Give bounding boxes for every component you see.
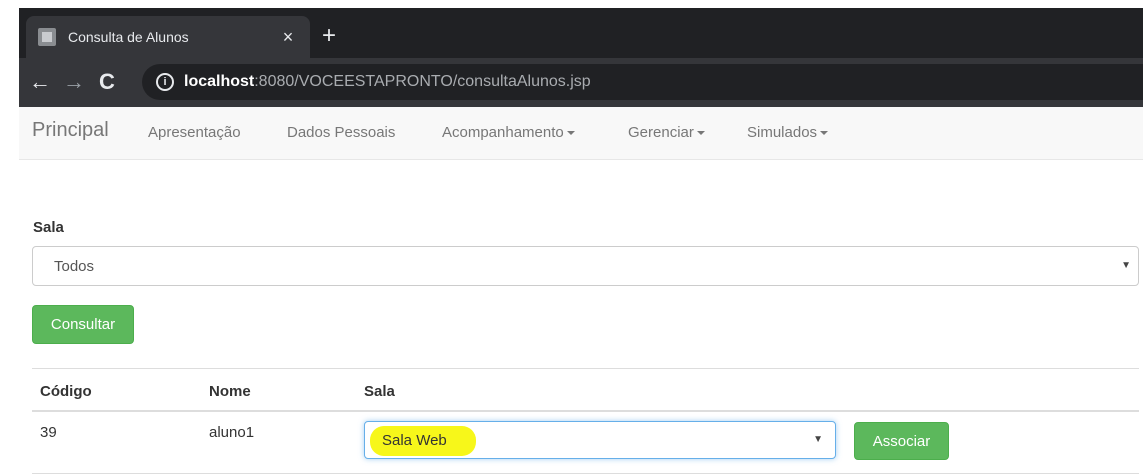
cell-codigo: 39 xyxy=(40,424,57,441)
header-codigo: Código xyxy=(40,383,92,400)
top-border xyxy=(0,0,1143,8)
nav-item-label: Acompanhamento xyxy=(442,124,564,141)
nav-item-label: Apresentação xyxy=(148,124,241,141)
caret-down-icon xyxy=(696,131,705,136)
students-table: Código Nome Sala 39 aluno1 Sala Web ▼ As… xyxy=(32,368,1139,474)
nav-item-acompanhamento[interactable]: Acompanhamento xyxy=(442,124,575,141)
nav-item-label: Simulados xyxy=(747,124,818,141)
associar-button[interactable]: Associar xyxy=(854,422,949,460)
back-arrow-icon[interactable]: ← xyxy=(29,68,51,96)
table-header: Código Nome Sala xyxy=(32,368,1139,412)
forward-arrow-icon[interactable]: → xyxy=(63,68,85,96)
site-navbar: Principal Apresentação Dados Pessoais Ac… xyxy=(19,107,1143,160)
left-border xyxy=(0,0,19,107)
nav-item-gerenciar[interactable]: Gerenciar xyxy=(628,124,705,141)
nav-item-simulados[interactable]: Simulados xyxy=(747,124,829,141)
nav-item-label: Gerenciar xyxy=(628,124,694,141)
reload-icon[interactable]: C xyxy=(99,68,115,96)
url-path: :8080/VOCEESTAPRONTO/consultaAlunos.jsp xyxy=(254,73,591,90)
browser-tab[interactable]: Consulta de Alunos × xyxy=(26,16,310,58)
close-tab-icon[interactable]: × xyxy=(276,27,300,48)
navbar-brand[interactable]: Principal xyxy=(32,119,109,142)
consultar-button[interactable]: Consultar xyxy=(32,305,134,344)
dropdown-arrow-icon: ▼ xyxy=(813,434,823,445)
header-sala: Sala xyxy=(364,383,395,400)
tab-title: Consulta de Alunos xyxy=(68,29,189,45)
address-bar[interactable]: i localhost:8080/VOCEESTAPRONTO/consulta… xyxy=(142,64,1143,100)
favicon-icon xyxy=(38,28,56,46)
caret-down-icon xyxy=(820,131,829,136)
cell-nome: aluno1 xyxy=(209,424,255,441)
sala-select[interactable]: Todos ▼ xyxy=(32,246,1139,286)
nav-item-dados-pessoais[interactable]: Dados Pessoais xyxy=(287,124,395,141)
nav-item-apresentacao[interactable]: Apresentação xyxy=(148,124,241,141)
info-icon[interactable]: i xyxy=(156,73,174,91)
new-tab-icon[interactable]: + xyxy=(322,22,336,50)
caret-down-icon xyxy=(566,131,575,136)
row-sala-select[interactable]: Sala Web ▼ xyxy=(364,421,836,459)
dropdown-arrow-icon: ▼ xyxy=(1121,260,1131,271)
sala-label: Sala xyxy=(33,219,64,236)
nav-item-label: Dados Pessoais xyxy=(287,124,396,141)
url-host: localhost xyxy=(184,73,255,90)
header-nome: Nome xyxy=(209,383,251,400)
row-sala-select-value: Sala Web xyxy=(382,432,447,449)
sala-select-value: Todos xyxy=(54,258,95,275)
table-row: 39 aluno1 Sala Web ▼ Associar xyxy=(32,412,1139,474)
browser-toolbar: ← → C i localhost:8080/VOCEESTAPRONTO/co… xyxy=(19,58,1143,107)
